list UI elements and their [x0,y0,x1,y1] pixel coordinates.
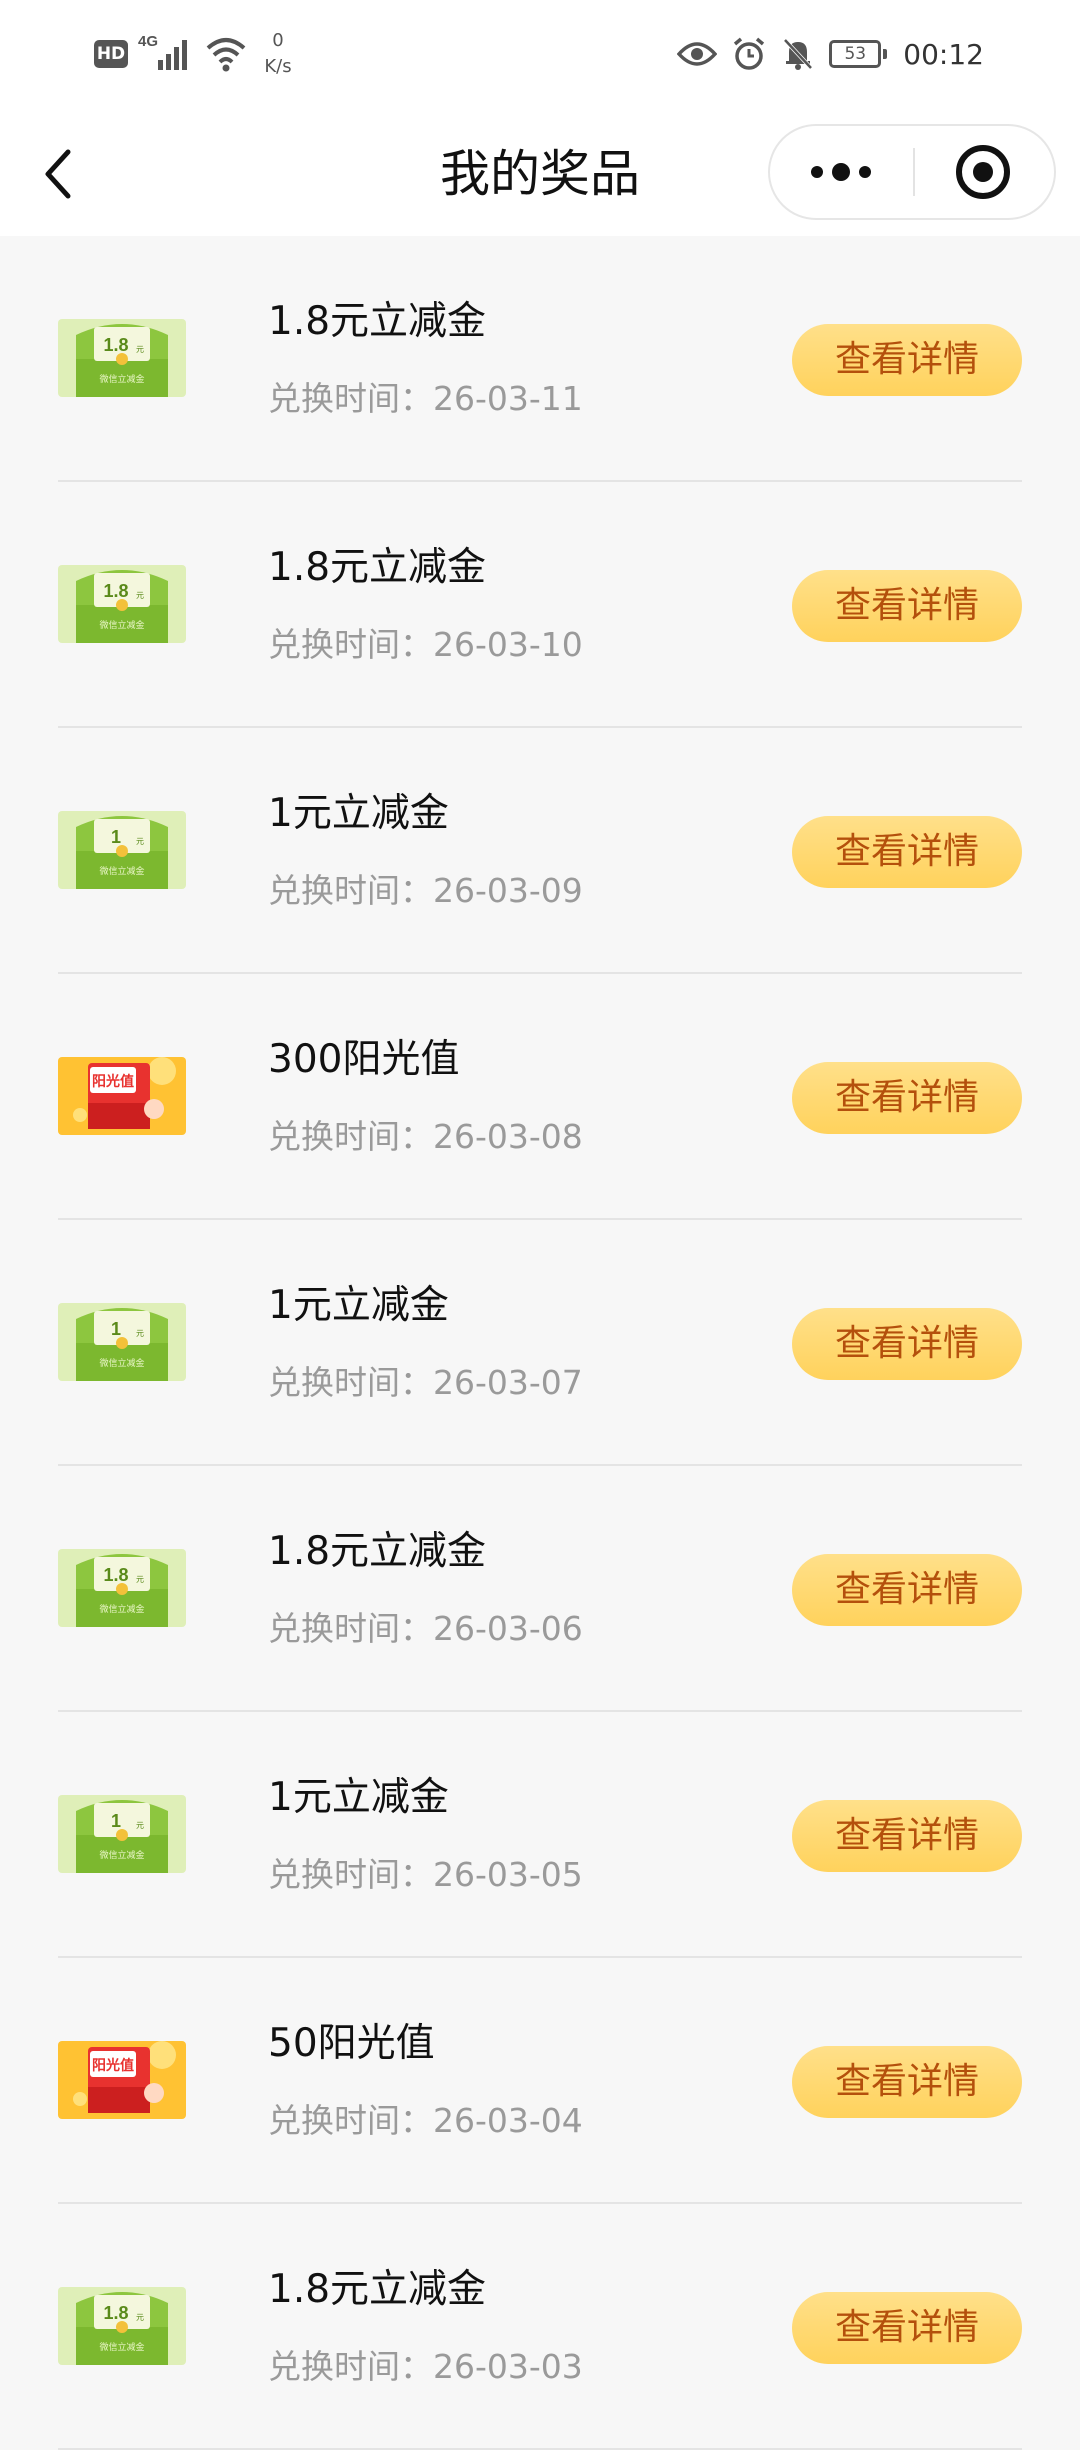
eye-icon [677,42,718,66]
mini-program-capsule [768,124,1056,220]
prize-name: 1.8元立减金 [268,299,487,344]
thumb-amount-text: 1 [111,1319,121,1339]
more-button[interactable] [770,126,913,218]
view-details-button[interactable]: 查看详情 [792,1554,1022,1626]
view-details-button[interactable]: 查看详情 [792,570,1022,642]
clock: 00:12 [903,37,984,71]
thumb-amount-text: 1.8 [103,581,128,601]
cellular-signal-icon: 4G [138,33,187,70]
prize-item: 1 元 微信立减金 1元立减金兑换时间：26-03-05 查看详情 [58,1712,1022,1958]
cash-coupon-icon: 1 元 微信立减金 [58,811,186,889]
view-details-button[interactable]: 查看详情 [792,2292,1022,2364]
thumb-caption-text: 微信立减金 [99,865,144,877]
prize-name: 1元立减金 [268,1283,449,1328]
thumb-unit-text: 元 [136,837,144,846]
prize-item: 1.8 元 微信立减金 1.8元立减金兑换时间：26-03-06 查看详情 [58,1466,1022,1712]
thumb-badge-text: 阳光值 [92,1073,134,1090]
thumb-caption-text: 微信立减金 [99,1357,144,1369]
prize-name: 300阳光值 [268,1037,460,1082]
prize-name: 1.8元立减金 [268,2267,487,2312]
nav-bar: 我的奖品 [0,112,1080,236]
prize-item: 1 元 微信立减金 1元立减金兑换时间：26-03-09 查看详情 [58,728,1022,974]
thumb-amount-text: 1 [111,827,121,847]
redeem-time: 兑换时间：26-03-06 [268,1609,583,1648]
prize-item: 1.8 元 微信立减金 1.8元立减金兑换时间：26-03-11 查看详情 [58,236,1022,482]
prize-item: 1.8 元 微信立减金 1.8元立减金兑换时间：26-03-03 查看详情 [58,2204,1022,2450]
thumb-caption-text: 微信立减金 [99,619,144,631]
more-dots-icon [811,163,871,181]
view-details-button[interactable]: 查看详情 [792,2046,1022,2118]
view-details-button[interactable]: 查看详情 [792,1800,1022,1872]
prize-item: 1.8 元 微信立减金 1.8元立减金兑换时间：26-03-10 查看详情 [58,482,1022,728]
network-speed-unit: K/s [264,56,292,77]
thumb-unit-text: 元 [136,591,144,600]
prize-name: 1元立减金 [268,791,449,836]
prize-name: 1.8元立减金 [268,545,487,590]
cash-coupon-icon: 1.8 元 微信立减金 [58,565,186,643]
view-details-button[interactable]: 查看详情 [792,1062,1022,1134]
redeem-time: 兑换时间：26-03-07 [268,1363,583,1402]
thumb-amount-text: 1 [111,1811,121,1831]
thumb-amount-text: 1.8 [103,1565,128,1585]
hd-badge: HD [94,40,128,68]
redeem-time: 兑换时间：26-03-05 [268,1855,583,1894]
redeem-time: 兑换时间：26-03-08 [268,1117,583,1156]
prize-item: 1 元 微信立减金 1元立减金兑换时间：26-03-07 查看详情 [58,1220,1022,1466]
prize-name: 1元立减金 [268,1775,449,1820]
status-bar: HD 4G 0 K/s 53 00:12 [0,0,1080,112]
thumb-unit-text: 元 [136,1821,144,1830]
thumb-amount-text: 1.8 [103,2303,128,2323]
thumb-caption-text: 微信立减金 [99,1603,144,1615]
thumb-unit-text: 元 [136,345,144,354]
redeem-time: 兑换时间：26-03-11 [268,379,583,418]
prize-list: 1.8 元 微信立减金 1.8元立减金 兑换时间：26-03-11 查看详情 1.8… [0,236,1080,2450]
cash-coupon-icon: 1.8 元 微信立减金 [58,319,186,397]
thumb-caption-text: 微信立减金 [99,1849,144,1861]
thumb-amount-text: 1.8 [103,335,128,355]
thumb-unit-text: 元 [136,1329,144,1338]
prize-item: 阳光值 300阳光值兑换时间：26-03-08 查看详情 [58,974,1022,1220]
bell-off-icon [783,38,813,70]
cash-coupon-icon: 1.8 元 微信立减金 [58,2287,186,2365]
target-circle-icon [956,145,1010,199]
cash-coupon-icon: 1 元 微信立减金 [58,1303,186,1381]
redeem-time: 兑换时间：26-03-03 [268,2347,583,2386]
alarm-icon [734,37,765,70]
prize-name: 1.8元立减金 [268,1529,487,1574]
cash-coupon-icon: 1.8 元 微信立减金 [58,1549,186,1627]
redeem-time: 兑换时间：26-03-09 [268,871,583,910]
status-icons: 53 00:12 [677,30,984,78]
close-mini-program-button[interactable] [915,126,1056,218]
network-speed: 0 K/s [258,28,298,80]
thumb-unit-text: 元 [136,1575,144,1584]
prize-item: 阳光值 50阳光值兑换时间：26-03-04 查看详情 [58,1958,1022,2204]
thumb-caption-text: 微信立减金 [99,2341,144,2353]
thumb-caption-text: 微信立减金 [99,373,144,385]
redeem-time: 兑换时间：26-03-10 [268,625,583,664]
network-type-label: 4G [138,33,158,50]
wifi-icon [206,38,246,72]
network-speed-value: 0 [272,30,284,51]
redeem-time: 兑换时间：26-03-04 [268,2101,583,2140]
view-details-button[interactable]: 查看详情 [792,816,1022,888]
prize-name: 50阳光值 [268,2021,435,2066]
cash-coupon-icon: 1 元 微信立减金 [58,1795,186,1873]
sunshine-value-icon: 阳光值 [58,2041,186,2119]
sunshine-value-icon: 阳光值 [58,1057,186,1135]
thumb-badge-text: 阳光值 [92,2057,134,2074]
thumb-unit-text: 元 [136,2313,144,2322]
battery-indicator: 53 [829,40,888,68]
view-details-button[interactable]: 查看详情 [792,324,1022,396]
view-details-button[interactable]: 查看详情 [792,1308,1022,1380]
